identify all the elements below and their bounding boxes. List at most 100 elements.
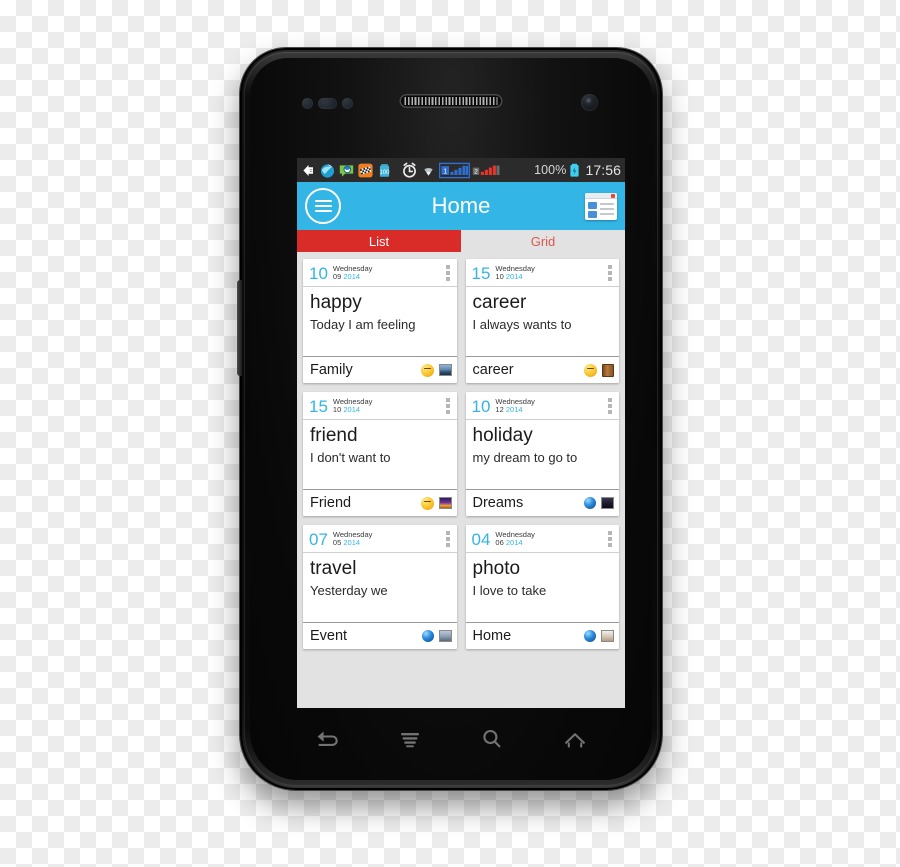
card-snippet: I don't want to bbox=[310, 450, 391, 465]
card-title: friend bbox=[310, 425, 358, 446]
card-day-number: 07 bbox=[309, 529, 328, 549]
hamburger-line bbox=[314, 205, 332, 207]
status-bar-clock: 17:56 bbox=[585, 162, 621, 178]
battery-percent-label: 100% bbox=[534, 163, 567, 177]
window-close-dot-icon bbox=[611, 193, 615, 198]
hamburger-menu-icon[interactable] bbox=[305, 188, 341, 224]
card-date-stack: Wednesday 10 2014 bbox=[332, 397, 372, 414]
photo-thumbnail-icon bbox=[438, 497, 452, 509]
overflow-menu-icon[interactable] bbox=[608, 398, 615, 414]
download-icon bbox=[300, 162, 317, 179]
card-header: 04 Wednesday 06 2014 bbox=[465, 525, 619, 553]
entry-card[interactable]: 15 Wednesday 10 2014 career I always wants t… bbox=[465, 259, 619, 383]
front-camera-icon bbox=[581, 94, 598, 111]
globe-icon bbox=[421, 630, 434, 642]
text-line bbox=[600, 207, 614, 210]
card-footer-icons bbox=[420, 496, 452, 510]
entry-card[interactable]: 04 Wednesday 06 2014 photo I love to take Hom… bbox=[465, 525, 619, 649]
soft-key-bar bbox=[260, 708, 642, 770]
list-view-window-icon[interactable] bbox=[585, 192, 617, 220]
card-day-number: 04 bbox=[471, 529, 491, 549]
card-snippet: I always wants to bbox=[472, 317, 572, 332]
tab-grid[interactable]: Grid bbox=[461, 230, 625, 252]
phone-device: 100 1 2 100% 17:56 Home List Grid 10 Wed… bbox=[237, 48, 662, 790]
card-footer: Family bbox=[303, 356, 457, 383]
app-header: Home bbox=[297, 182, 625, 230]
card-month-label: 05 bbox=[332, 538, 342, 547]
card-year-label: 2014 bbox=[343, 405, 361, 414]
globe-icon bbox=[584, 497, 596, 509]
phone-front-face: 100 1 2 100% 17:56 Home List Grid 10 Wed… bbox=[250, 58, 652, 780]
overflow-menu-icon[interactable] bbox=[445, 398, 453, 414]
card-year-label: 2014 bbox=[343, 272, 361, 281]
hamburger-line bbox=[314, 200, 332, 202]
svg-text:1: 1 bbox=[443, 168, 447, 175]
notification-led-icon bbox=[342, 98, 353, 109]
card-footer: Dreams bbox=[465, 489, 619, 516]
card-day-number: 15 bbox=[471, 263, 491, 283]
text-line bbox=[600, 202, 614, 205]
card-day-number: 10 bbox=[309, 263, 328, 283]
entry-card[interactable]: 10 Wednesday 09 2014 happy Today I am feelin… bbox=[303, 259, 457, 383]
entry-card[interactable]: 15 Wednesday 10 2014 friend I don't want to F… bbox=[303, 392, 457, 516]
card-footer-icons bbox=[420, 363, 452, 377]
card-footer-icons bbox=[584, 497, 614, 509]
photo-thumbnail-icon bbox=[438, 630, 452, 642]
hamburger-line bbox=[314, 210, 332, 212]
alarm-clock-icon bbox=[401, 162, 418, 179]
card-title: photo bbox=[472, 558, 521, 579]
proximity-sensor-icon bbox=[302, 98, 313, 109]
card-footer-icons bbox=[584, 363, 614, 377]
card-month-label: 06 bbox=[495, 538, 504, 547]
battery-charging-icon bbox=[568, 162, 581, 179]
overflow-menu-icon[interactable] bbox=[445, 265, 453, 281]
entry-card[interactable]: 10 Wednesday 12 2014 holiday my dream to go … bbox=[465, 392, 619, 516]
messaging-icon bbox=[338, 162, 355, 179]
card-category-label: Friend bbox=[310, 495, 352, 511]
card-month-year: 10 2014 bbox=[495, 272, 534, 281]
smiley-emoji-icon bbox=[420, 363, 434, 377]
photo-thumbnail-icon bbox=[438, 364, 452, 376]
card-date-stack: Wednesday 06 2014 bbox=[495, 530, 534, 547]
card-footer: Event bbox=[303, 622, 457, 649]
card-month-year: 09 2014 bbox=[332, 272, 372, 281]
back-button-icon[interactable] bbox=[312, 726, 342, 752]
card-snippet: I love to take bbox=[472, 583, 547, 598]
overflow-menu-icon[interactable] bbox=[445, 531, 453, 547]
card-month-label: 09 bbox=[332, 272, 342, 281]
thumbnail-block bbox=[588, 210, 597, 218]
sim1-signal-icon: 1 bbox=[438, 162, 471, 179]
card-month-year: 05 2014 bbox=[332, 538, 372, 547]
battery-saver-icon: 100 bbox=[376, 162, 393, 179]
phone-screen: 100 1 2 100% 17:56 Home List Grid 10 Wed… bbox=[297, 158, 625, 708]
card-year-label: 2014 bbox=[343, 538, 361, 547]
card-snippet: my dream to go to bbox=[472, 450, 578, 465]
earpiece-mesh bbox=[404, 97, 498, 105]
browser-icon bbox=[319, 162, 336, 179]
page-title: Home bbox=[431, 193, 491, 218]
home-button-icon[interactable] bbox=[560, 726, 590, 752]
card-footer: Friend bbox=[303, 489, 457, 516]
menu-button-icon[interactable] bbox=[395, 726, 425, 752]
earpiece-speaker bbox=[399, 94, 503, 108]
tab-list[interactable]: List bbox=[297, 230, 461, 252]
photo-thumbnail-icon bbox=[601, 497, 614, 509]
screenshot-stage: 100 1 2 100% 17:56 Home List Grid 10 Wed… bbox=[0, 0, 900, 867]
search-button-icon[interactable] bbox=[477, 726, 507, 752]
svg-text:100: 100 bbox=[379, 170, 390, 176]
smiley-emoji-icon bbox=[420, 496, 434, 510]
card-month-year: 12 2014 bbox=[495, 405, 534, 414]
entry-card[interactable]: 07 Wednesday 05 2014 travel Yesterday we Even… bbox=[303, 525, 457, 649]
volume-rocker-button[interactable] bbox=[237, 280, 242, 376]
overflow-menu-icon[interactable] bbox=[608, 265, 615, 281]
card-footer-icons bbox=[584, 630, 614, 642]
smiley-emoji-icon bbox=[584, 363, 597, 377]
card-header: 07 Wednesday 05 2014 bbox=[303, 525, 457, 553]
card-year-label: 2014 bbox=[505, 405, 523, 414]
svg-text:2: 2 bbox=[474, 168, 478, 175]
card-title: happy bbox=[310, 292, 362, 313]
card-month-label: 10 bbox=[332, 405, 342, 414]
card-date-stack: Wednesday 12 2014 bbox=[495, 397, 534, 414]
card-category-label: Family bbox=[310, 362, 353, 378]
overflow-menu-icon[interactable] bbox=[608, 531, 615, 547]
